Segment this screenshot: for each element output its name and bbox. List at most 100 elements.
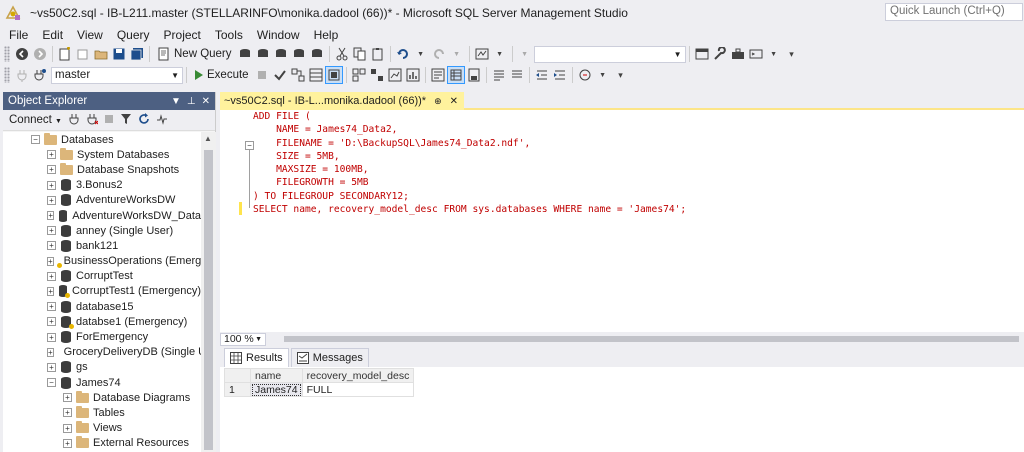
expand-icon[interactable]: +	[47, 271, 56, 281]
disconnect-icon[interactable]	[86, 113, 99, 128]
open-folder-icon[interactable]	[92, 45, 110, 63]
parse-checkmark-icon[interactable]	[271, 66, 289, 84]
toolbar-grip[interactable]	[4, 67, 10, 83]
tree-node[interactable]: + gs	[3, 360, 201, 375]
quick-launch-input[interactable]: Quick Launch (Ctrl+Q)	[885, 3, 1023, 21]
expand-icon[interactable]: +	[47, 211, 55, 221]
tree-node[interactable]: + Database Diagrams	[3, 390, 201, 405]
tree-node[interactable]: + database15	[3, 299, 201, 314]
dax-query-icon[interactable]	[308, 45, 326, 63]
tree-node[interactable]: + External Resources	[3, 436, 201, 451]
new-project-icon[interactable]	[56, 45, 74, 63]
available-databases-combo[interactable]: master ▼	[51, 66, 183, 84]
results-to-file-icon[interactable]	[465, 66, 483, 84]
zoom-combo[interactable]: 100 % ▼	[220, 332, 266, 346]
scrollbar-thumb[interactable]	[204, 150, 213, 450]
collapse-icon[interactable]: −	[47, 378, 56, 388]
sql-query-editor[interactable]: − ADD FILE ( NAME = James74_Data2, FILEN…	[220, 110, 1024, 332]
close-tab-icon[interactable]: ✕	[450, 96, 458, 107]
collapse-icon[interactable]: −	[31, 135, 40, 145]
object-explorer-scrollbar[interactable]: ▲	[201, 132, 216, 452]
expand-icon[interactable]: +	[47, 180, 56, 190]
tree-node[interactable]: + Tables	[3, 405, 201, 420]
window-position-icon[interactable]: ▼	[171, 96, 181, 107]
save-icon[interactable]	[110, 45, 128, 63]
expand-icon[interactable]: +	[47, 286, 55, 296]
stop-icon[interactable]	[104, 114, 114, 127]
expand-icon[interactable]: +	[47, 241, 56, 251]
menu-project[interactable]: Project	[157, 28, 208, 42]
estimated-plan-icon[interactable]	[289, 66, 307, 84]
wrench-icon[interactable]	[711, 45, 729, 63]
tab-messages[interactable]: Messages	[290, 348, 369, 367]
tree-node[interactable]: + GroceryDeliveryDB (Single U	[3, 345, 201, 360]
code-area[interactable]: ADD FILE ( NAME = James74_Data2, FILENAM…	[253, 110, 686, 216]
column-header-name[interactable]: name	[250, 368, 303, 383]
grid-corner[interactable]	[224, 368, 251, 383]
expand-icon[interactable]: +	[47, 362, 56, 372]
results-grid[interactable]: name recovery_model_desc 1 James74 FULL	[224, 368, 415, 397]
toolbar-grip[interactable]	[4, 46, 10, 62]
mdx-query-icon[interactable]	[254, 45, 272, 63]
menu-help[interactable]: Help	[307, 28, 346, 42]
tree-node[interactable]: + anney (Single User)	[3, 223, 201, 238]
decrease-indent-icon[interactable]	[533, 66, 551, 84]
tree-node[interactable]: + System Databases	[3, 147, 201, 162]
expand-icon[interactable]: +	[47, 332, 56, 342]
expand-icon[interactable]: +	[47, 226, 56, 236]
cancel-query-icon[interactable]	[253, 66, 271, 84]
activity-monitor-icon[interactable]	[156, 113, 168, 128]
close-icon[interactable]: ✕	[202, 96, 210, 107]
expand-icon[interactable]: +	[63, 393, 72, 403]
expand-icon[interactable]: +	[47, 165, 56, 175]
scrollbar-thumb[interactable]	[284, 336, 1019, 342]
undo-dropdown-icon[interactable]: ▼	[412, 45, 430, 63]
editor-toolbar-options-icon[interactable]: ▾	[612, 66, 630, 84]
menu-query[interactable]: Query	[110, 28, 157, 42]
refresh-icon[interactable]	[138, 112, 150, 128]
horizontal-scrollbar[interactable]	[276, 334, 1024, 344]
expand-icon[interactable]: +	[47, 256, 54, 266]
results-to-grid-icon[interactable]	[446, 66, 465, 84]
toolbar-options-icon[interactable]: ▾	[783, 45, 801, 63]
pin-icon[interactable]: ⊥	[187, 96, 196, 107]
toolbox-icon[interactable]	[729, 45, 747, 63]
tree-node[interactable]: + CorruptTest1 (Emergency)	[3, 284, 201, 299]
connect-button[interactable]: Connect ▼	[9, 114, 62, 126]
expand-icon[interactable]: +	[47, 317, 56, 327]
tree-node[interactable]: + ForEmergency	[3, 329, 201, 344]
tree-node[interactable]: + CorruptTest	[3, 269, 201, 284]
comment-lines-icon[interactable]	[490, 66, 508, 84]
menu-edit[interactable]: Edit	[35, 28, 70, 42]
tree-node[interactable]: + Database Snapshots	[3, 162, 201, 177]
expand-icon[interactable]: +	[47, 195, 56, 205]
expand-icon[interactable]: +	[47, 150, 56, 160]
expand-icon[interactable]: +	[47, 302, 56, 312]
row-number[interactable]: 1	[224, 382, 251, 397]
activity-monitor-icon[interactable]	[473, 45, 491, 63]
tree-node[interactable]: + AdventureWorksDW	[3, 193, 201, 208]
new-query-button[interactable]: New Query	[153, 47, 236, 61]
database-query-icon[interactable]	[236, 45, 254, 63]
forward-icon[interactable]	[31, 45, 49, 63]
cell-recovery-model[interactable]: FULL	[301, 382, 415, 397]
expand-icon[interactable]: +	[63, 423, 72, 433]
editor-toolbar-dropdown-icon[interactable]: ▼	[594, 66, 612, 84]
redo-dropdown-icon[interactable]: ▼	[448, 45, 466, 63]
redo-icon[interactable]	[430, 45, 448, 63]
cell-name[interactable]: James74	[250, 382, 303, 397]
dmx-query-icon[interactable]	[272, 45, 290, 63]
command-window-icon[interactable]	[747, 45, 765, 63]
execute-button[interactable]: Execute	[190, 69, 253, 81]
more-dropdown-icon[interactable]: ▼	[765, 45, 783, 63]
actual-plan-icon[interactable]	[368, 66, 386, 84]
copy-icon[interactable]	[351, 45, 369, 63]
query-document-tab[interactable]: ~vs50C2.sql - IB-L...monika.dadool (66))…	[220, 92, 465, 110]
connect-plug-icon[interactable]	[68, 113, 80, 128]
tree-node[interactable]: + databse1 (Emergency)	[3, 314, 201, 329]
back-icon[interactable]	[13, 45, 31, 63]
tree-node[interactable]: +3.Bonus2	[3, 178, 201, 193]
specify-template-values-icon[interactable]	[576, 66, 594, 84]
save-all-icon[interactable]	[128, 45, 146, 63]
filter-icon[interactable]	[120, 113, 132, 128]
